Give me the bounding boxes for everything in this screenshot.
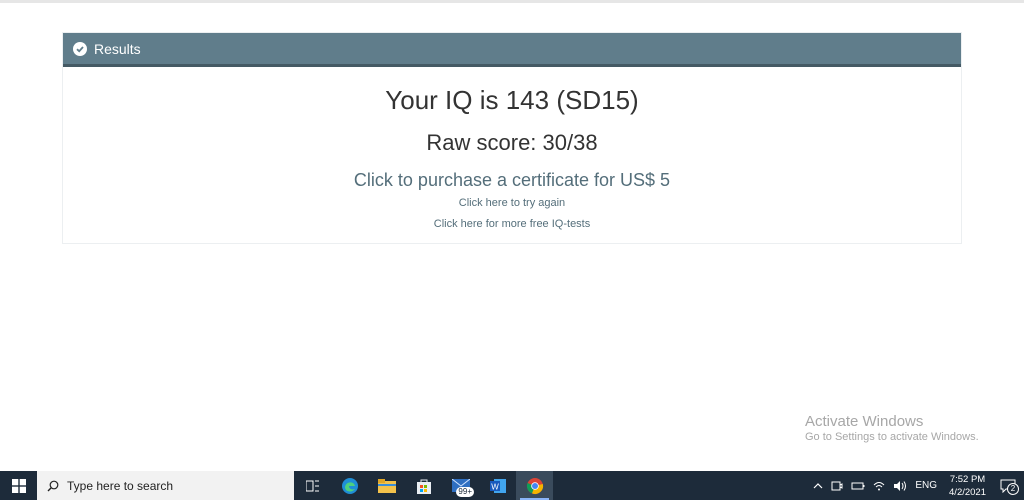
- system-tray: ENG 7:52 PM 4/2/2021 2: [809, 471, 1024, 500]
- meet-now-icon[interactable]: [831, 480, 843, 492]
- mail-unread-badge: 99+: [456, 487, 474, 497]
- start-button[interactable]: [0, 471, 37, 500]
- results-panel: Results Your IQ is 143 (SD15) Raw score:…: [62, 32, 962, 244]
- edge-button[interactable]: [331, 471, 368, 500]
- word-button[interactable]: W: [479, 471, 516, 500]
- results-panel-header: Results: [63, 33, 961, 67]
- chrome-icon: [526, 477, 543, 494]
- windows-logo-icon: [11, 478, 26, 493]
- taskbar-search-box[interactable]: Type here to search: [37, 471, 294, 500]
- taskbar: Type here to search 99+ W ENG 7:52 PM 4/…: [0, 471, 1024, 500]
- word-icon: W: [489, 478, 506, 493]
- chevron-up-icon[interactable]: [813, 482, 823, 489]
- search-placeholder: Type here to search: [67, 478, 174, 493]
- watermark-subtitle: Go to Settings to activate Windows.: [805, 431, 979, 443]
- clock-date: 4/2/2021: [949, 486, 986, 498]
- check-circle-icon: [73, 41, 87, 56]
- file-explorer-icon: [377, 478, 396, 493]
- notification-center-button[interactable]: 2: [1000, 479, 1019, 495]
- browser-content-top-border: [0, 0, 1024, 3]
- volume-icon[interactable]: [893, 480, 907, 492]
- raw-score: Raw score: 30/38: [426, 130, 598, 155]
- watermark-title: Activate Windows: [805, 413, 924, 430]
- wifi-icon[interactable]: [873, 481, 885, 491]
- task-view-button[interactable]: [294, 471, 331, 500]
- clock[interactable]: 7:52 PM 4/2/2021: [949, 473, 986, 499]
- notification-count: 2: [1007, 482, 1019, 495]
- task-view-icon: [305, 480, 319, 491]
- purchase-certificate-link[interactable]: Click to purchase a certificate for US$ …: [63, 170, 961, 191]
- language-indicator[interactable]: ENG: [915, 480, 937, 491]
- activate-windows-watermark: Activate Windows Go to Settings to activ…: [805, 413, 979, 443]
- mail-button[interactable]: 99+: [442, 471, 479, 500]
- store-button[interactable]: [405, 471, 442, 500]
- search-icon: [47, 480, 59, 491]
- try-again-link[interactable]: Click here to try again: [63, 197, 961, 209]
- more-tests-link[interactable]: Click here for more free IQ-tests: [63, 218, 961, 230]
- iq-result: Your IQ is 143 (SD15): [385, 85, 639, 115]
- panel-title: Results: [94, 40, 141, 57]
- svg-text:W: W: [491, 482, 499, 491]
- store-icon: [416, 479, 431, 494]
- file-explorer-button[interactable]: [368, 471, 405, 500]
- chrome-button[interactable]: [516, 471, 553, 500]
- battery-icon[interactable]: [851, 481, 865, 491]
- clock-time: 7:52 PM: [949, 473, 986, 485]
- edge-icon: [341, 477, 358, 494]
